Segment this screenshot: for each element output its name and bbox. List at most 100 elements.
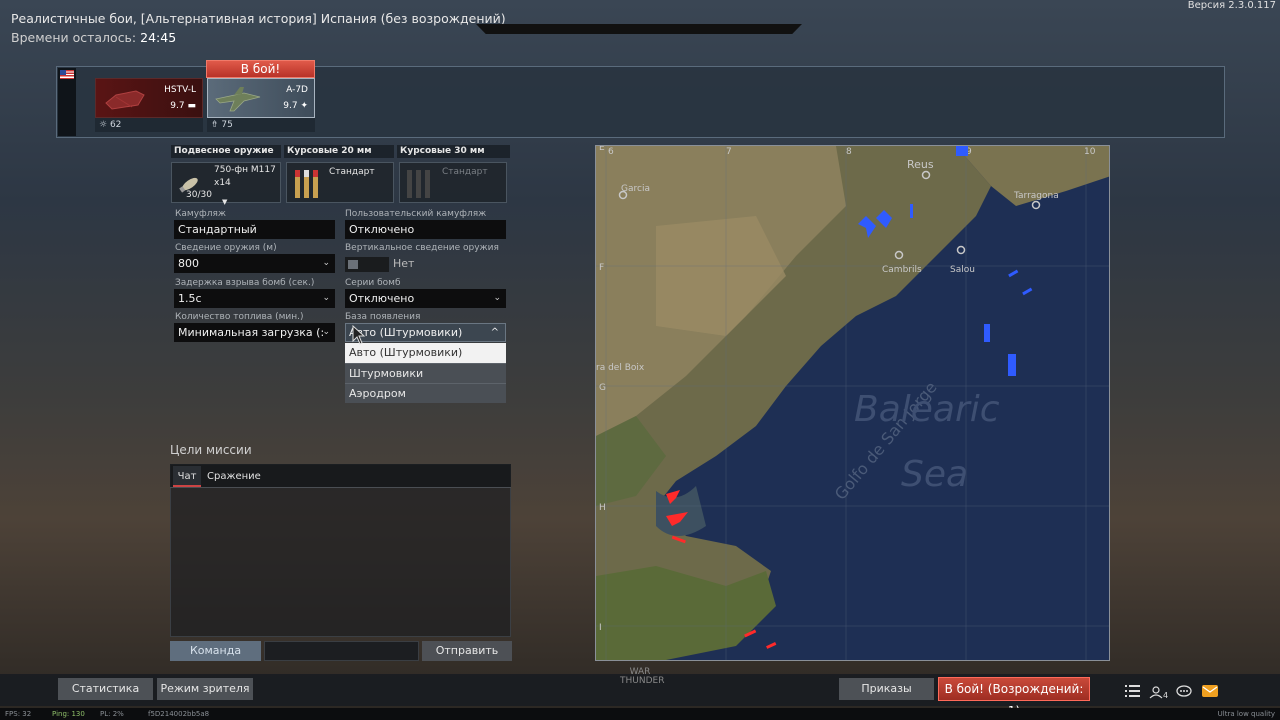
weapon-slot-20mm[interactable]: Стандарт bbox=[286, 162, 394, 203]
ammo-name-30mm: Стандарт bbox=[442, 167, 488, 177]
ammo-name-20mm: Стандарт bbox=[329, 167, 375, 177]
allied-ground-icon bbox=[1008, 354, 1016, 376]
bomb-series-label: Серии бомб bbox=[345, 278, 401, 288]
team-channel-button[interactable]: Команда bbox=[170, 641, 261, 661]
map-row-label: E bbox=[599, 146, 605, 153]
fuel-label: Количество топлива (мин.) bbox=[175, 312, 304, 322]
map-row-label: G bbox=[599, 383, 606, 393]
vert-convergence-value: Нет bbox=[393, 257, 415, 270]
weapon-tab-suspended[interactable]: Подвесное оружие bbox=[171, 145, 281, 158]
chat-input[interactable] bbox=[264, 641, 419, 661]
packet-loss-readout: PL: 2% bbox=[100, 710, 124, 718]
spawn-select[interactable]: Авто (Штурмовики) ^ bbox=[345, 323, 506, 342]
mail-icon[interactable] bbox=[1201, 684, 1219, 698]
chevron-down-icon: ▼ bbox=[222, 198, 228, 206]
chevron-down-icon: ⌄ bbox=[322, 293, 330, 303]
place-reus: Reus bbox=[907, 158, 934, 171]
bomb-delay-select[interactable]: 1.5с ⌄ bbox=[174, 289, 335, 308]
convergence-select[interactable]: 800 ⌄ bbox=[174, 254, 335, 273]
tank-icon bbox=[105, 90, 145, 110]
convergence-label: Сведение оружия (м) bbox=[175, 243, 277, 253]
ammo-icon-disabled bbox=[407, 170, 430, 198]
vehicle-name: HSTV-L bbox=[164, 85, 196, 95]
war-thunder-logo: WAR THUNDER bbox=[620, 667, 665, 686]
vehicle-foot-a7d: ⇮ 75 bbox=[207, 118, 315, 132]
vehicle-count: 75 bbox=[221, 120, 233, 130]
vehicle-name: A-7D bbox=[286, 85, 308, 95]
toggle-knob bbox=[348, 260, 358, 269]
vehicle-foot-hstv: ☼ 62 bbox=[95, 118, 203, 132]
map-row-label: I bbox=[599, 623, 602, 633]
spectator-mode-button[interactable]: Режим зрителя bbox=[157, 678, 253, 700]
bomb-qty: x14 bbox=[214, 178, 231, 188]
statistics-button[interactable]: Статистика bbox=[58, 678, 153, 700]
bomb-series-select[interactable]: Отключено ⌄ bbox=[345, 289, 506, 308]
usa-flag-icon bbox=[60, 70, 74, 79]
weapon-slot-suspended[interactable]: 750-фн M117 x14 30/30 ▼ bbox=[171, 162, 281, 206]
sea-label-1: Balearic bbox=[854, 389, 1000, 430]
time-left-label: Времени осталось: bbox=[11, 30, 137, 45]
mission-objectives-title: Цели миссии bbox=[170, 443, 252, 457]
map-col-label: 10 bbox=[1084, 147, 1096, 157]
user-camo-select[interactable]: Отключено bbox=[345, 220, 506, 239]
session-id: f5D214002bb5a8 bbox=[148, 710, 210, 718]
time-left-value: 24:45 bbox=[140, 30, 177, 45]
quality-label: Ultra low quality bbox=[1217, 710, 1275, 718]
mission-title: Реалистичные бои, [Альтернативная истори… bbox=[11, 11, 506, 26]
chevron-down-icon: ⌄ bbox=[322, 327, 330, 337]
bomb-ammo: 30/30 bbox=[186, 190, 212, 200]
chevron-up-icon: ^ bbox=[490, 327, 499, 338]
to-battle-top-button[interactable]: В бой! bbox=[206, 60, 315, 78]
spawn-label: База появления bbox=[345, 312, 421, 322]
fuel-select[interactable]: Минимальная загрузка (: ⌄ bbox=[174, 323, 335, 342]
time-left: Времени осталось: 24:45 bbox=[11, 30, 176, 45]
vehicle-br: 9.7 ▬ bbox=[170, 101, 196, 111]
allied-aircraft-icon bbox=[956, 146, 968, 156]
tab-chat[interactable]: Чат bbox=[173, 466, 201, 487]
chat-bubble-icon[interactable] bbox=[1175, 684, 1193, 698]
chat-panel bbox=[170, 464, 511, 637]
vert-convergence-toggle[interactable] bbox=[345, 257, 389, 272]
send-button[interactable]: Отправить bbox=[422, 641, 512, 661]
chevron-down-icon: ⌄ bbox=[493, 293, 501, 303]
sea-label-2: Sea bbox=[901, 454, 968, 495]
weapon-tab-30mm[interactable]: Курсовые 30 мм bbox=[397, 145, 510, 158]
tactical-map[interactable]: 6 7 8 9 10 E F G H I Garcia Reus Tarrago… bbox=[595, 145, 1110, 661]
allied-ground-icon bbox=[910, 204, 913, 218]
vert-convergence-label: Вертикальное сведение оружия bbox=[345, 243, 499, 253]
ammo-icon bbox=[295, 170, 318, 198]
weapon-tab-20mm[interactable]: Курсовые 20 мм bbox=[284, 145, 394, 158]
squad-count: 4 bbox=[1163, 691, 1168, 699]
to-battle-button[interactable]: В бой! (Возрождений: 1) bbox=[938, 677, 1090, 718]
version-label: Версия 2.3.0.117 bbox=[1187, 0, 1276, 11]
chevron-down-icon: ⌄ bbox=[322, 258, 330, 268]
squad-icon[interactable]: 4 bbox=[1149, 684, 1173, 700]
map-row-label: F bbox=[599, 263, 604, 273]
spawn-option-auto[interactable]: Авто (Штурмовики) bbox=[345, 343, 506, 363]
fps-readout: FPS: 32 bbox=[5, 710, 32, 718]
bomb-delay-label: Задержка взрыва бомб (сек.) bbox=[175, 278, 315, 288]
weapon-slot-30mm[interactable]: Стандарт bbox=[399, 162, 507, 203]
list-icon[interactable] bbox=[1124, 684, 1142, 698]
spawn-option-airfield[interactable]: Аэродром bbox=[345, 383, 506, 403]
bomb-name: 750-фн M117 bbox=[214, 165, 276, 175]
map-col-label: 7 bbox=[726, 147, 732, 157]
camo-select[interactable]: Стандартный bbox=[174, 220, 335, 239]
vehicle-count: 62 bbox=[109, 120, 122, 130]
place-garcia: Garcia bbox=[621, 184, 650, 194]
place-tarragona: Tarragona bbox=[1013, 191, 1059, 201]
mouse-cursor-icon bbox=[352, 325, 366, 345]
spawn-option-attackers[interactable]: Штурмовики bbox=[345, 363, 506, 383]
vehicle-card-hstv-l[interactable]: HSTV-L 9.7 ▬ bbox=[95, 78, 203, 118]
vehicle-card-a-7d[interactable]: A-7D 9.7 ✦ bbox=[207, 78, 315, 118]
place-salou: Salou bbox=[950, 265, 975, 275]
vehicle-br: 9.7 ✦ bbox=[283, 101, 308, 111]
tab-battle[interactable]: Сражение bbox=[207, 466, 261, 487]
nation-flag-usa bbox=[58, 68, 76, 136]
orders-button[interactable]: Приказы bbox=[839, 678, 934, 700]
jet-icon bbox=[215, 87, 261, 112]
user-camo-label: Пользовательский камуфляж bbox=[345, 209, 487, 219]
place-cambrils: Cambrils bbox=[882, 265, 922, 275]
camo-label: Камуфляж bbox=[175, 209, 226, 219]
ping-readout: Ping: 130 bbox=[52, 710, 85, 718]
